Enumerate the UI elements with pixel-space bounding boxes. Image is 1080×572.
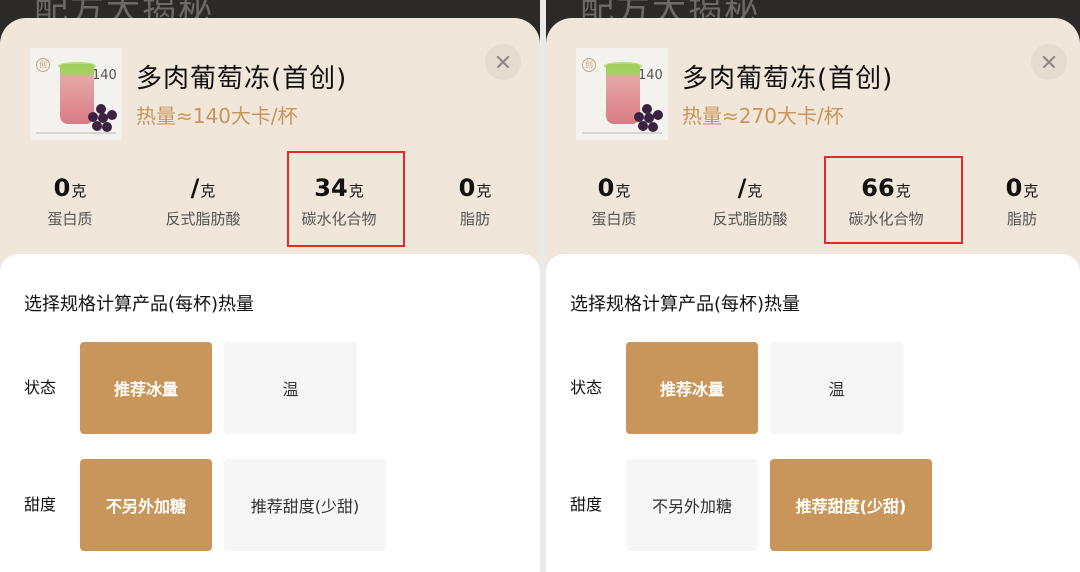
close-button[interactable] (485, 44, 521, 80)
nutrition-unit: 克 (476, 182, 492, 200)
state-label: 状态 (570, 378, 603, 397)
grapes-image (88, 104, 118, 132)
nutrition-trans-fat: /克 反式脂肪酸 (148, 174, 258, 229)
sweetness-label: 甜度 (24, 495, 57, 514)
nutrition-unit: 克 (747, 182, 763, 200)
nutrition-label: 反式脂肪酸 (712, 210, 788, 228)
nutrition-value: 0 (458, 174, 476, 202)
product-thumbnail: 创 140 (30, 48, 122, 140)
option-less-sweet[interactable]: 推荐甜度(少甜) (224, 459, 386, 551)
right-panel: 配方大揭秘 创 140 多肉葡萄冻(首创) 热量≈270大卡/杯 0克 蛋白质 … (546, 0, 1080, 572)
product-calories: 热量≈140大卡/杯 (136, 104, 298, 128)
product-name: 多肉葡萄冻(首创) (682, 64, 894, 94)
option-ice[interactable]: 推荐冰量 (80, 342, 212, 434)
nutrition-unit: 克 (1023, 182, 1039, 200)
product-calories: 热量≈270大卡/杯 (682, 104, 844, 128)
spec-title: 选择规格计算产品(每杯)热量 (570, 294, 801, 315)
nutrition-protein: 0克 蛋白质 (15, 174, 125, 229)
nutrition-value: / (737, 174, 747, 202)
brand-badge-icon: 创 (36, 58, 50, 72)
spec-title: 选择规格计算产品(每杯)热量 (24, 294, 255, 315)
nutrition-label: 蛋白质 (591, 210, 637, 228)
state-label: 状态 (24, 378, 57, 397)
thumbnail-caption-line (582, 132, 662, 134)
product-name: 多肉葡萄冻(首创) (136, 64, 348, 94)
nutrition-unit: 克 (200, 182, 216, 200)
grapes-image (634, 104, 664, 132)
nutrition-label: 脂肪 (1006, 210, 1037, 228)
spec-card: 选择规格计算产品(每杯)热量 状态 推荐冰量 温 甜度 不另外加糖 推荐甜度(少… (0, 254, 540, 572)
nutrition-unit: 克 (71, 182, 87, 200)
nutrition-protein: 0克 蛋白质 (559, 174, 669, 229)
nutrition-value: 0 (53, 174, 71, 202)
close-button[interactable] (1031, 44, 1067, 80)
option-no-sugar[interactable]: 不另外加糖 (80, 459, 212, 551)
option-warm[interactable]: 温 (770, 342, 903, 434)
nutrition-unit: 克 (615, 182, 631, 200)
sweetness-label: 甜度 (570, 495, 603, 514)
nutrition-fat: 0克 脂肪 (420, 174, 530, 229)
nutrition-value: 0 (1005, 174, 1023, 202)
nutrition-label: 蛋白质 (47, 210, 93, 228)
thumbnail-number: 140 (92, 68, 117, 83)
option-no-sugar[interactable]: 不另外加糖 (626, 459, 758, 551)
nutrition-value: 0 (597, 174, 615, 202)
highlight-box (824, 156, 963, 244)
nutrition-value: / (190, 174, 200, 202)
nutrition-trans-fat: /克 反式脂肪酸 (695, 174, 805, 229)
spec-card: 选择规格计算产品(每杯)热量 状态 推荐冰量 温 甜度 不另外加糖 推荐甜度(少… (546, 254, 1080, 572)
highlight-box (287, 151, 405, 247)
brand-badge-icon: 创 (582, 58, 596, 72)
thumbnail-caption-line (36, 132, 116, 134)
nutrition-fat: 0克 脂肪 (967, 174, 1077, 229)
nutrition-label: 脂肪 (459, 210, 490, 228)
option-ice[interactable]: 推荐冰量 (626, 342, 758, 434)
nutrition-label: 反式脂肪酸 (165, 210, 241, 228)
option-less-sweet[interactable]: 推荐甜度(少甜) (770, 459, 932, 551)
thumbnail-number: 140 (638, 68, 663, 83)
left-panel: 配方大揭秘 创 140 多肉葡萄冻(首创) 热量≈140大卡/杯 0克 蛋白质 … (0, 0, 540, 572)
product-thumbnail: 创 140 (576, 48, 668, 140)
option-warm[interactable]: 温 (224, 342, 357, 434)
